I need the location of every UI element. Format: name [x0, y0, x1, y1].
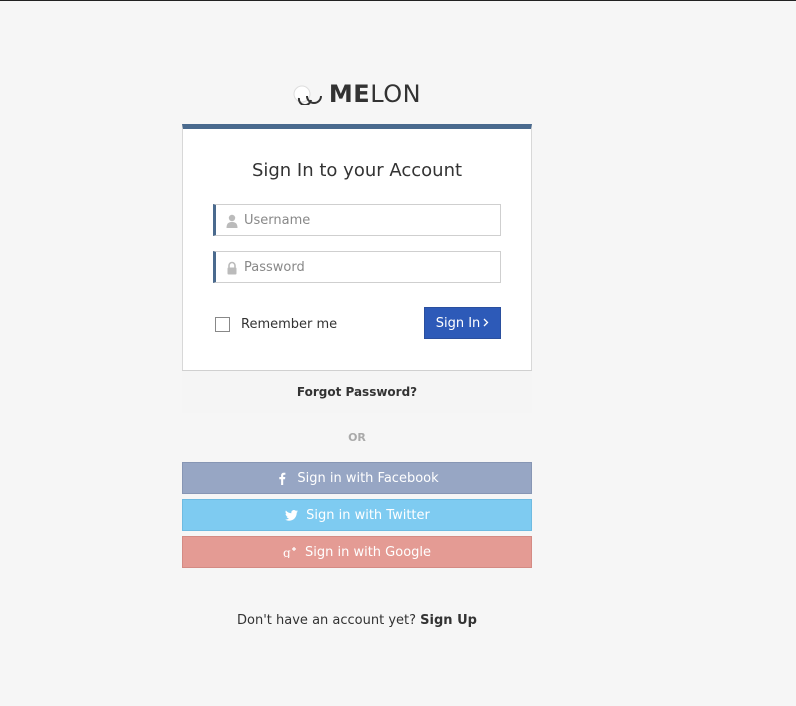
google-sign-in-button[interactable]: g Sign in with Google — [182, 536, 532, 568]
sign-in-button[interactable]: Sign In — [424, 307, 501, 339]
remember-me-label: Remember me — [241, 317, 338, 332]
facebook-sign-in-button[interactable]: Sign in with Facebook — [182, 462, 532, 494]
brand-name: MELON — [329, 80, 421, 108]
sign-in-label: Sign In — [435, 315, 481, 331]
or-separator: OR — [348, 431, 366, 444]
brand-name-strong: ME — [328, 80, 371, 108]
remember-me[interactable]: Remember me — [215, 317, 337, 332]
twitter-sign-in-button[interactable]: Sign in with Twitter — [182, 499, 532, 531]
facebook-icon — [275, 471, 289, 485]
password-input[interactable] — [244, 252, 494, 282]
cloud-logo-icon — [293, 83, 323, 107]
brand-name-rest: LON — [370, 80, 422, 108]
username-field[interactable] — [213, 204, 501, 236]
twitter-sign-in-label: Sign in with Twitter — [306, 507, 430, 523]
forgot-password-link[interactable]: Forgot Password? — [182, 370, 532, 413]
google-plus-icon: g — [283, 545, 297, 559]
brand-logo: MELON — [0, 80, 714, 108]
google-sign-in-label: Sign in with Google — [304, 544, 432, 560]
chevron-right-icon — [483, 316, 489, 331]
svg-text:g: g — [283, 546, 291, 558]
facebook-sign-in-label: Sign in with Facebook — [297, 470, 439, 486]
lock-icon — [225, 260, 239, 275]
login-card: Sign In to your Account Remember me Sign… — [182, 124, 532, 413]
user-icon — [225, 213, 239, 228]
sign-up-link[interactable]: Sign Up — [420, 613, 477, 628]
sign-up-text: Don't have an account yet? — [237, 613, 417, 628]
sign-up-prompt: Don't have an account yet? Sign Up — [182, 613, 532, 628]
twitter-icon — [284, 508, 298, 522]
password-field[interactable] — [213, 251, 501, 283]
username-input[interactable] — [244, 205, 494, 235]
remember-me-checkbox[interactable] — [215, 317, 230, 332]
page-title: Sign In to your Account — [251, 160, 463, 181]
